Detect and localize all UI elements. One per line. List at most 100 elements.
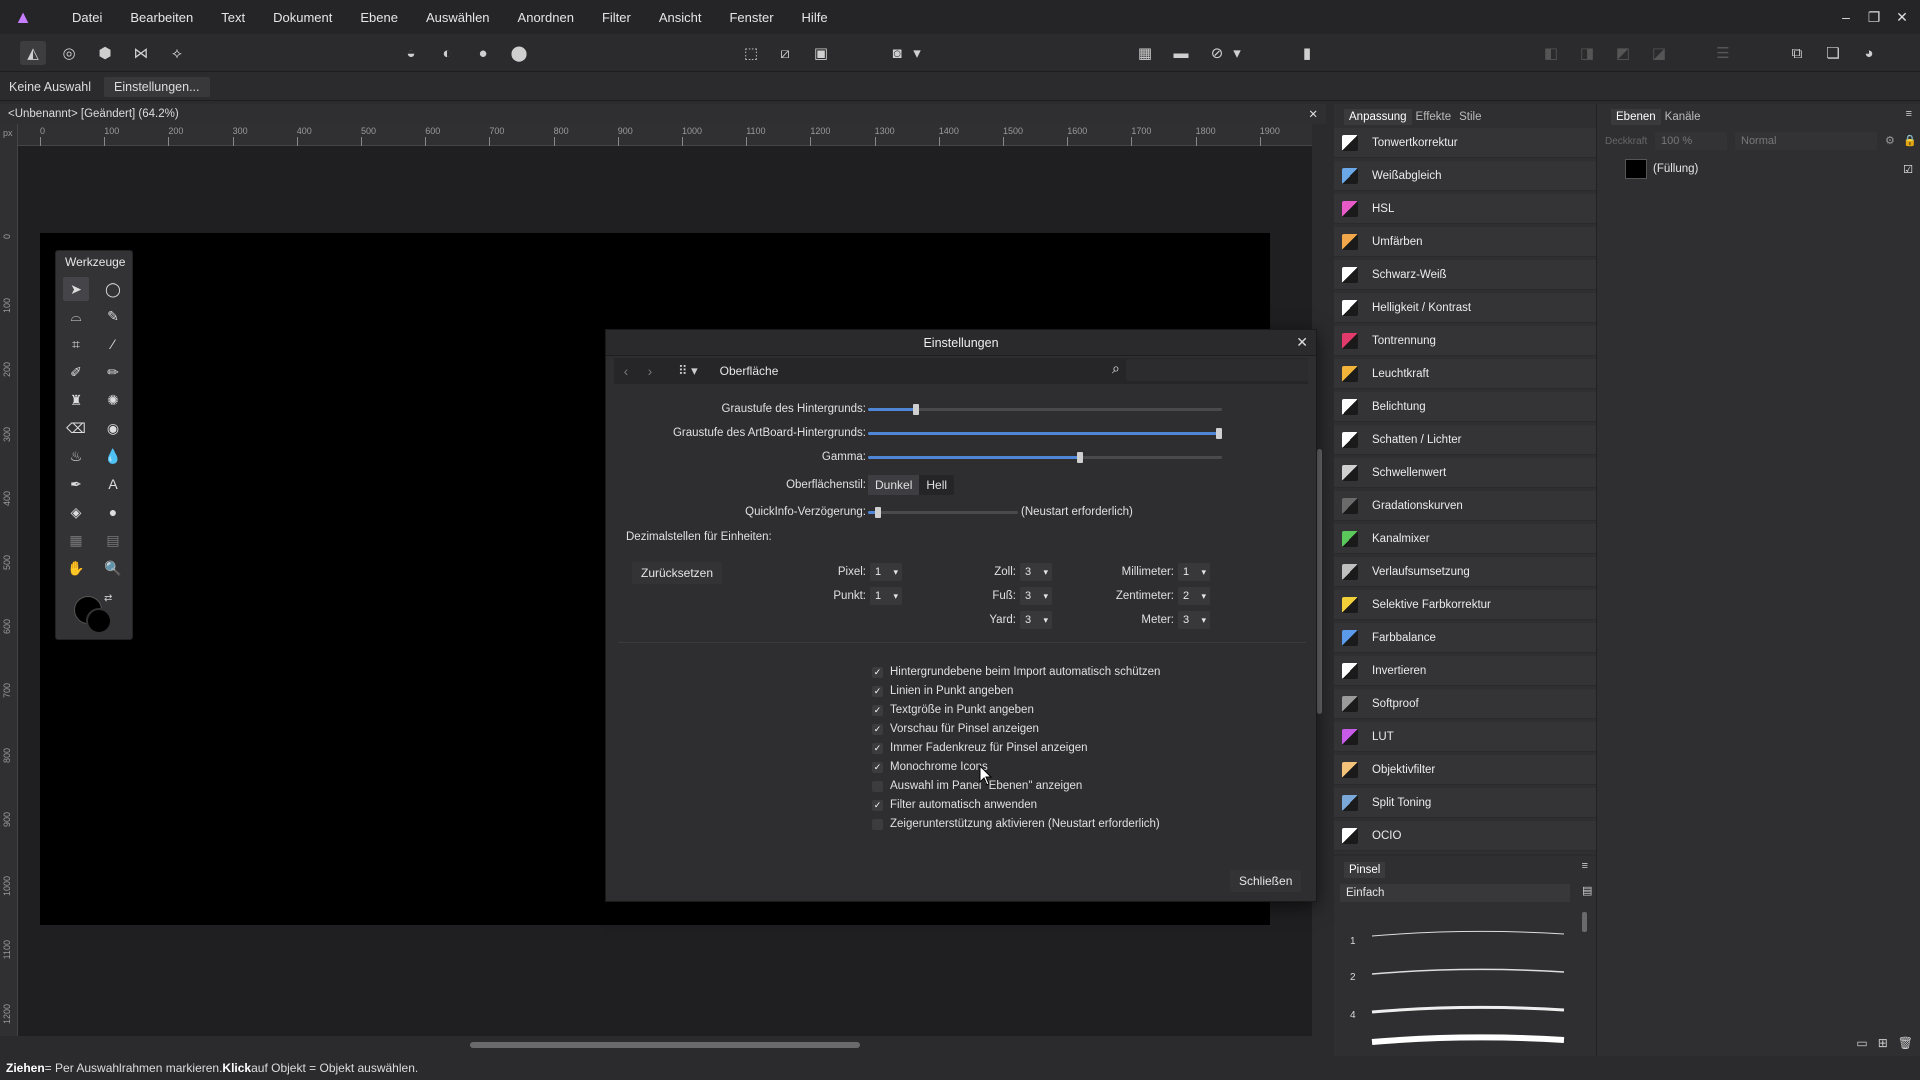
- unit-cm-dropdown[interactable]: 2: [1178, 587, 1210, 605]
- snapping-dropdown-icon[interactable]: ▾: [1230, 41, 1244, 65]
- menu-ansicht[interactable]: Ansicht: [645, 10, 716, 25]
- unit-yard-dropdown[interactable]: 3: [1020, 611, 1052, 629]
- tab-effekte[interactable]: Effekte: [1412, 111, 1456, 123]
- eraser-icon[interactable]: ⌫: [63, 416, 89, 440]
- brush-options-icon[interactable]: ▤: [1582, 884, 1592, 897]
- adjustment-item[interactable]: Umfärben: [1334, 227, 1596, 257]
- menu-auswaehlen[interactable]: Auswählen: [412, 10, 504, 25]
- arrange-icon-4[interactable]: ◪: [1646, 41, 1672, 65]
- zoom-tool-icon[interactable]: 🔍: [100, 556, 126, 580]
- style-light-option[interactable]: Hell: [919, 475, 954, 495]
- perspective-icon[interactable]: ▤: [100, 528, 126, 552]
- checkbox-checked-icon[interactable]: ✓: [872, 704, 883, 716]
- h-scroll-thumb[interactable]: [470, 1042, 860, 1048]
- unit-fuss-dropdown[interactable]: 3: [1020, 587, 1052, 605]
- develop-persona-icon[interactable]: ⬢: [92, 41, 118, 65]
- menu-ebene[interactable]: Ebene: [346, 10, 412, 25]
- adjustment-item[interactable]: Objektivfilter: [1334, 755, 1596, 785]
- arrange-icon-2[interactable]: ◨: [1574, 41, 1600, 65]
- checkbox-checked-icon[interactable]: ✓: [872, 761, 883, 773]
- blur-drop-icon[interactable]: 💧: [100, 444, 126, 468]
- reset-button[interactable]: Zurücksetzen: [632, 562, 723, 584]
- menu-filter[interactable]: Filter: [588, 10, 645, 25]
- option-checkbox[interactable]: ✓ Linien in Punkt angeben: [872, 685, 1013, 697]
- mask-layer-icon[interactable]: ◕: [1856, 41, 1882, 65]
- option-checkbox[interactable]: ✓ Filter automatisch anwenden: [872, 799, 1037, 811]
- brush-tool-icon[interactable]: ✏: [100, 360, 126, 384]
- brush-strokes-preview[interactable]: [1368, 916, 1568, 1046]
- option-checkbox[interactable]: Auswahl im Panel "Ebenen" anzeigen: [872, 780, 1082, 792]
- invert-selection-icon[interactable]: ▣: [808, 41, 834, 65]
- checkbox-unchecked-icon[interactable]: [872, 818, 883, 830]
- checkbox-checked-icon[interactable]: ✓: [872, 723, 883, 735]
- adjustment-item[interactable]: Helligkeit / Kontrast: [1334, 293, 1596, 323]
- checkbox-checked-icon[interactable]: ✓: [872, 742, 883, 754]
- dialog-search-input[interactable]: ⌕: [1112, 359, 1308, 381]
- unit-mm-dropdown[interactable]: 1: [1178, 563, 1210, 581]
- option-checkbox[interactable]: Zeigerunterstützung aktivieren (Neustart…: [872, 818, 1160, 830]
- layers-menu-icon[interactable]: ≡: [1906, 108, 1912, 120]
- layer-settings-gear-icon[interactable]: ⚙: [1885, 134, 1895, 147]
- option-checkbox[interactable]: ✓ Textgröße in Punkt angeben: [872, 704, 1034, 716]
- shape-tool-icon[interactable]: ●: [100, 500, 126, 524]
- adjustment-item[interactable]: HSL: [1334, 194, 1596, 224]
- adjustment-item[interactable]: Schwarz-Weiß: [1334, 260, 1596, 290]
- red-eye-icon[interactable]: ◉: [100, 416, 126, 440]
- brush-scroll-thumb[interactable]: [1582, 912, 1587, 932]
- menu-hilfe[interactable]: Hilfe: [788, 10, 842, 25]
- liquify-persona-icon[interactable]: ◎: [56, 41, 82, 65]
- photo-persona-icon[interactable]: ◭: [20, 41, 46, 65]
- snapping-bar-icon[interactable]: ▬: [1168, 41, 1194, 65]
- menu-anordnen[interactable]: Anordnen: [504, 10, 588, 25]
- back-arrow-icon[interactable]: ‹: [614, 363, 638, 379]
- secondary-color-swatch[interactable]: [86, 608, 112, 634]
- heal-brush-icon[interactable]: ✺: [100, 388, 126, 412]
- unit-m-dropdown[interactable]: 3: [1178, 611, 1210, 629]
- dodge-icon[interactable]: ♨: [63, 444, 89, 468]
- layer-visibility-checkbox[interactable]: ☑: [1903, 163, 1913, 176]
- unit-pixel-dropdown[interactable]: 1: [870, 563, 902, 581]
- text-tool-icon[interactable]: A: [100, 472, 126, 496]
- auto-color-icon[interactable]: ⬤: [506, 41, 532, 65]
- bg-gray-slider[interactable]: [868, 404, 1222, 415]
- add-group-icon[interactable]: ▭: [1856, 1036, 1867, 1050]
- grid-icon[interactable]: ▦: [1132, 41, 1158, 65]
- contrast-icon[interactable]: ◐: [434, 41, 460, 65]
- quick-mask-icon[interactable]: ◙: [884, 41, 910, 65]
- adjustment-item[interactable]: Split Toning: [1334, 788, 1596, 818]
- tab-anpassung[interactable]: Anpassung: [1344, 109, 1412, 125]
- export-persona-icon[interactable]: ⟡: [164, 41, 190, 65]
- quick-mask-dropdown-icon[interactable]: ▾: [910, 41, 924, 65]
- settings-button[interactable]: Einstellungen...: [104, 76, 210, 97]
- arrange-icon-3[interactable]: ◩: [1610, 41, 1636, 65]
- unit-punkt-dropdown[interactable]: 1: [870, 587, 902, 605]
- duplicate-layer-icon[interactable]: ❏: [1820, 41, 1846, 65]
- adjustment-item[interactable]: Schatten / Lichter: [1334, 425, 1596, 455]
- adjustment-item[interactable]: Softproof: [1334, 689, 1596, 719]
- artboard-gray-slider[interactable]: [868, 428, 1222, 439]
- checkbox-checked-icon[interactable]: ✓: [872, 666, 883, 678]
- swap-colors-icon[interactable]: ⇄: [104, 593, 112, 604]
- option-checkbox[interactable]: ✓ Hintergrundebene beim Import automatisc…: [872, 666, 1160, 678]
- paint-brush-icon[interactable]: ✐: [63, 360, 89, 384]
- adjustment-item[interactable]: Leuchtkraft: [1334, 359, 1596, 389]
- adjustment-item[interactable]: Farbbalance: [1334, 623, 1596, 653]
- adjustment-item[interactable]: Verlaufsumsetzung: [1334, 557, 1596, 587]
- adjustment-item[interactable]: Tonwertkorrektur: [1334, 128, 1596, 158]
- category-grid-icon[interactable]: ⠿ ▾: [678, 363, 698, 379]
- unit-zoll-dropdown[interactable]: 3: [1020, 563, 1052, 581]
- crop-tool-icon[interactable]: ⌗: [63, 332, 89, 356]
- blend-mode-dropdown[interactable]: Normal: [1735, 132, 1877, 150]
- menu-bearbeiten[interactable]: Bearbeiten: [116, 10, 207, 25]
- lock-icon[interactable]: 🔒: [1903, 134, 1917, 147]
- option-checkbox[interactable]: ✓ Monochrome Icons: [872, 761, 988, 773]
- brush-panel-menu-icon[interactable]: ≡: [1582, 860, 1588, 872]
- close-dialog-button[interactable]: Schließen: [1230, 870, 1302, 892]
- selection-rect-icon[interactable]: ⬚: [738, 41, 764, 65]
- add-layer-icon[interactable]: ⧉: [1784, 41, 1810, 65]
- checkbox-unchecked-icon[interactable]: [872, 780, 883, 792]
- adjustment-item[interactable]: Belichtung: [1334, 392, 1596, 422]
- clone-stamp-icon[interactable]: ♜: [63, 388, 89, 412]
- option-checkbox[interactable]: ✓ Immer Fadenkreuz für Pinsel anzeigen: [872, 742, 1088, 754]
- brush-category-dropdown[interactable]: Einfach: [1340, 884, 1570, 902]
